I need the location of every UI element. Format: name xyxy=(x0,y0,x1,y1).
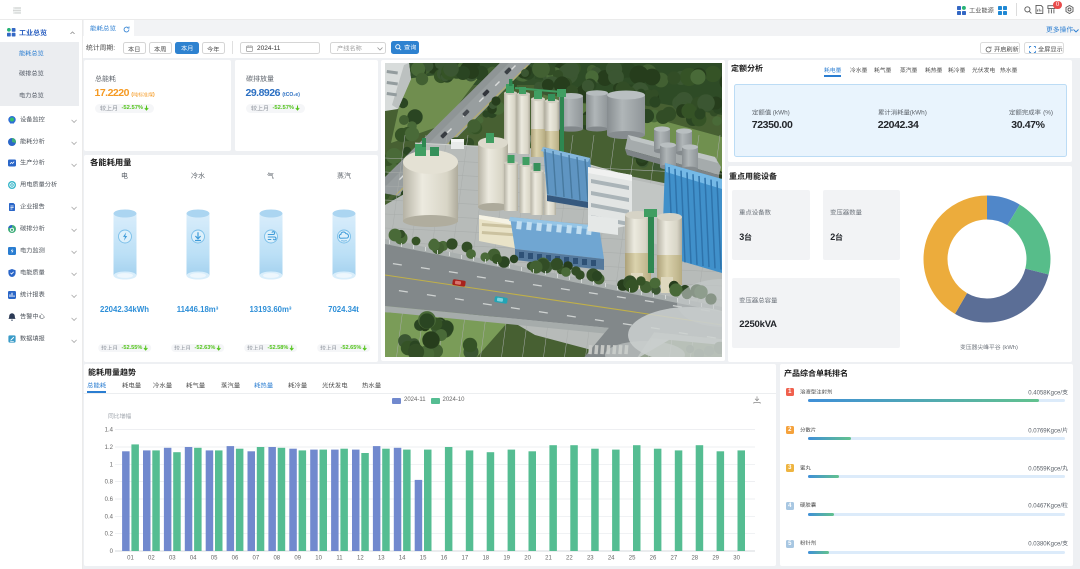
svg-text:07: 07 xyxy=(253,556,260,562)
svg-text:26: 26 xyxy=(650,556,657,562)
svg-text:03: 03 xyxy=(169,556,176,562)
svg-text:30: 30 xyxy=(733,556,740,562)
svg-text:0.2: 0.2 xyxy=(105,532,114,538)
svg-text:28: 28 xyxy=(691,556,698,562)
svg-text:09: 09 xyxy=(294,556,301,562)
svg-text:0.4: 0.4 xyxy=(105,514,114,520)
svg-text:1: 1 xyxy=(110,462,114,468)
svg-text:22: 22 xyxy=(566,556,573,562)
svg-text:29: 29 xyxy=(712,556,719,562)
svg-text:21: 21 xyxy=(545,556,552,562)
svg-text:02: 02 xyxy=(148,556,155,562)
svg-text:06: 06 xyxy=(232,556,239,562)
svg-text:15: 15 xyxy=(420,556,427,562)
svg-text:04: 04 xyxy=(190,556,197,562)
svg-text:14: 14 xyxy=(399,556,406,562)
svg-text:17: 17 xyxy=(462,556,469,562)
svg-text:27: 27 xyxy=(671,556,678,562)
svg-text:11: 11 xyxy=(336,556,343,562)
svg-text:1.2: 1.2 xyxy=(105,445,114,451)
svg-text:19: 19 xyxy=(503,556,510,562)
svg-text:23: 23 xyxy=(587,556,594,562)
svg-text:05: 05 xyxy=(211,556,218,562)
svg-text:10: 10 xyxy=(315,556,322,562)
svg-text:1.4: 1.4 xyxy=(105,428,114,434)
svg-text:01: 01 xyxy=(127,556,134,562)
svg-text:0: 0 xyxy=(110,549,114,555)
svg-text:20: 20 xyxy=(524,556,531,562)
svg-text:18: 18 xyxy=(482,556,489,562)
svg-text:16: 16 xyxy=(441,556,448,562)
svg-text:13: 13 xyxy=(378,556,385,562)
svg-text:0.8: 0.8 xyxy=(105,480,114,486)
svg-text:08: 08 xyxy=(273,556,280,562)
svg-text:12: 12 xyxy=(357,556,364,562)
svg-text:25: 25 xyxy=(629,556,636,562)
svg-text:24: 24 xyxy=(608,556,615,562)
svg-text:0.6: 0.6 xyxy=(105,497,114,503)
